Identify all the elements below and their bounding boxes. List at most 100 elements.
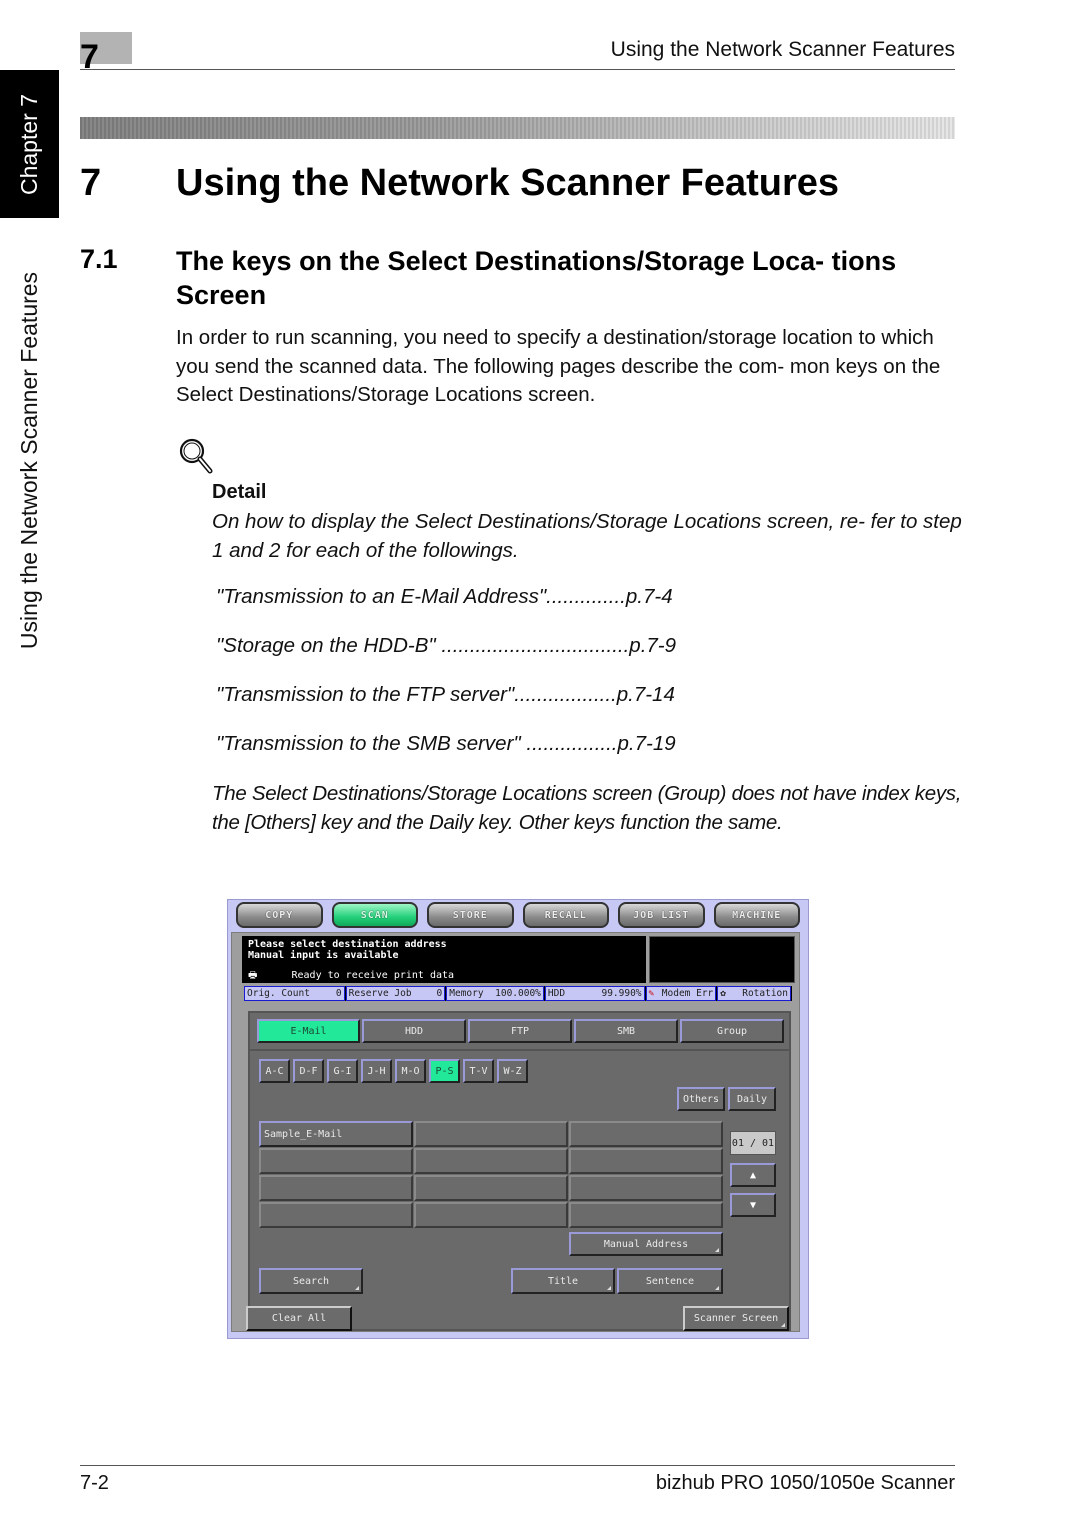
address-entry[interactable] — [259, 1175, 413, 1201]
reference-link[interactable]: "Storage on the HDD-B" .................… — [216, 634, 676, 658]
search-button[interactable]: Search — [259, 1268, 363, 1294]
rotation-icon: ✿ — [720, 988, 726, 999]
screen-body: Please select destination address Manual… — [231, 932, 800, 1332]
scroll-down-button[interactable]: ▼ — [730, 1193, 776, 1217]
tab-recall[interactable]: RECALL — [522, 902, 609, 928]
corner-indicator-icon — [715, 1286, 719, 1290]
address-entry[interactable] — [259, 1148, 413, 1174]
reference-link[interactable]: "Transmission to an E-Mail Address".....… — [216, 585, 673, 609]
daily-button[interactable]: Daily — [728, 1087, 776, 1111]
status-reserve-job: Reserve Job 0 — [345, 986, 446, 1001]
modem-label: Modem Err — [661, 988, 714, 999]
others-button[interactable]: Others — [677, 1087, 725, 1111]
page-number: 7-2 — [80, 1472, 109, 1494]
memory-value: 100.000% — [495, 988, 541, 999]
reference-link[interactable]: "Transmission to the SMB server" .......… — [216, 732, 676, 756]
hdd-value: 99.990% — [601, 988, 642, 999]
destination-panel: E-Mail HDD FTP SMB Group A-C D-F G-I J-H… — [248, 1011, 791, 1331]
reference-link[interactable]: "Transmission to the FTP server"........… — [216, 683, 675, 707]
reserve-job-value: 0 — [436, 988, 443, 999]
scanner-screen-button[interactable]: Scanner Screen — [683, 1306, 789, 1331]
status-modem: ✎ Modem Err — [645, 986, 717, 1001]
search-label: Search — [292, 1275, 330, 1287]
index-key-w-z[interactable]: W-Z — [497, 1059, 528, 1083]
address-entry[interactable] — [569, 1175, 723, 1201]
page-indicator: 01 / 01 — [730, 1131, 776, 1155]
chapter-gradient-bar — [80, 117, 955, 139]
corner-indicator-icon — [715, 1248, 719, 1252]
magnifier-icon — [179, 438, 213, 474]
detail-note: The Select Destinations/Storage Location… — [212, 782, 962, 834]
status-rotation: ✿ Rotation — [717, 986, 791, 1001]
tab-smb[interactable]: SMB — [574, 1019, 678, 1043]
tab-group[interactable]: Group — [680, 1019, 784, 1043]
ready-text: Ready to receive print data — [291, 970, 455, 981]
tab-email[interactable]: E-Mail — [257, 1019, 360, 1043]
triangle-up-icon: ▲ — [749, 1169, 757, 1181]
orig-count-label: Orig. Count — [247, 988, 310, 999]
detail-label: Detail — [212, 481, 267, 503]
title-button[interactable]: Title — [511, 1268, 615, 1294]
tab-machine[interactable]: MACHINE — [713, 902, 800, 928]
running-header-title: Using the Network Scanner Features — [610, 38, 955, 61]
address-entry[interactable] — [569, 1148, 723, 1174]
message-side-area — [649, 936, 795, 983]
scanner-screen-label: Scanner Screen — [693, 1313, 779, 1324]
index-key-m-o[interactable]: M-O — [395, 1059, 426, 1083]
sentence-button[interactable]: Sentence — [617, 1268, 723, 1294]
chapter-number: 7 — [80, 38, 99, 76]
address-entry[interactable] — [414, 1202, 568, 1228]
device-screen: COPY SCAN STORE RECALL JOB LIST MACHINE … — [227, 899, 809, 1339]
section-heading-number: 7.1 — [80, 244, 118, 274]
scroll-up-button[interactable]: ▲ — [730, 1163, 776, 1187]
address-entry[interactable]: Sample_E-Mail — [259, 1121, 413, 1147]
address-entry[interactable] — [414, 1148, 568, 1174]
hdd-label: HDD — [547, 988, 566, 999]
intro-paragraph: In order to run scanning, you need to sp… — [176, 326, 941, 406]
tab-ftp[interactable]: FTP — [468, 1019, 572, 1043]
index-key-j-l[interactable]: J-H — [361, 1059, 392, 1083]
memory-label: Memory — [449, 988, 484, 999]
side-chapter-label-wrap: Chapter 7 — [0, 70, 59, 218]
tab-scan[interactable]: SCAN — [331, 902, 418, 928]
index-key-a-c[interactable]: A-C — [259, 1059, 290, 1083]
tab-store[interactable]: STORE — [427, 902, 514, 928]
address-entry[interactable] — [414, 1175, 568, 1201]
status-bar: Orig. Count 0 Reserve Job 0 Memory 100.000%… — [244, 986, 792, 1001]
chapter-heading-number: 7 — [80, 162, 102, 204]
orig-count-value: 0 — [335, 988, 342, 999]
manual-address-button[interactable]: Manual Address — [569, 1232, 723, 1256]
status-orig-count: Orig. Count 0 — [244, 986, 345, 1001]
status-hdd: HDD 99.990% — [544, 986, 645, 1001]
index-key-t-v[interactable]: T-V — [463, 1059, 494, 1083]
printer-icon: 🖶 — [248, 970, 258, 981]
index-key-g-i[interactable]: G-I — [327, 1059, 358, 1083]
index-key-p-s[interactable]: P-S — [429, 1059, 460, 1083]
address-entry[interactable] — [259, 1202, 413, 1228]
header-divider — [80, 69, 955, 70]
title-label: Title — [547, 1275, 579, 1287]
footer-divider — [80, 1465, 955, 1466]
manual-address-label: Manual Address — [603, 1238, 689, 1250]
corner-indicator-icon — [607, 1286, 611, 1290]
status-memory: Memory 100.000% — [446, 986, 544, 1001]
tab-copy[interactable]: COPY — [236, 902, 323, 928]
index-key-d-f[interactable]: D-F — [293, 1059, 324, 1083]
chapter-heading: 7 Using the Network Scanner Features — [80, 162, 839, 205]
reserve-job-label: Reserve Job — [348, 988, 412, 999]
message-line-2: Manual input is available — [248, 950, 399, 961]
corner-indicator-icon — [355, 1286, 359, 1290]
clear-all-button[interactable]: Clear All — [246, 1306, 352, 1331]
corner-indicator-icon — [781, 1323, 785, 1327]
ready-status: 🖶 Ready to receive print data — [248, 970, 454, 981]
tab-job-list[interactable]: JOB LIST — [618, 902, 705, 928]
tab-hdd[interactable]: HDD — [362, 1019, 466, 1043]
chapter-heading-title: Using the Network Scanner Features — [176, 162, 840, 204]
address-entry[interactable] — [569, 1121, 723, 1147]
address-entry[interactable] — [414, 1121, 568, 1147]
message-area: Please select destination address Manual… — [242, 936, 646, 983]
product-name: bizhub PRO 1050/1050e Scanner — [655, 1472, 955, 1494]
modem-error-icon: ✎ — [648, 988, 655, 999]
side-section-label-wrap: Using the Network Scanner Features — [0, 240, 59, 680]
address-entry[interactable] — [569, 1202, 723, 1228]
